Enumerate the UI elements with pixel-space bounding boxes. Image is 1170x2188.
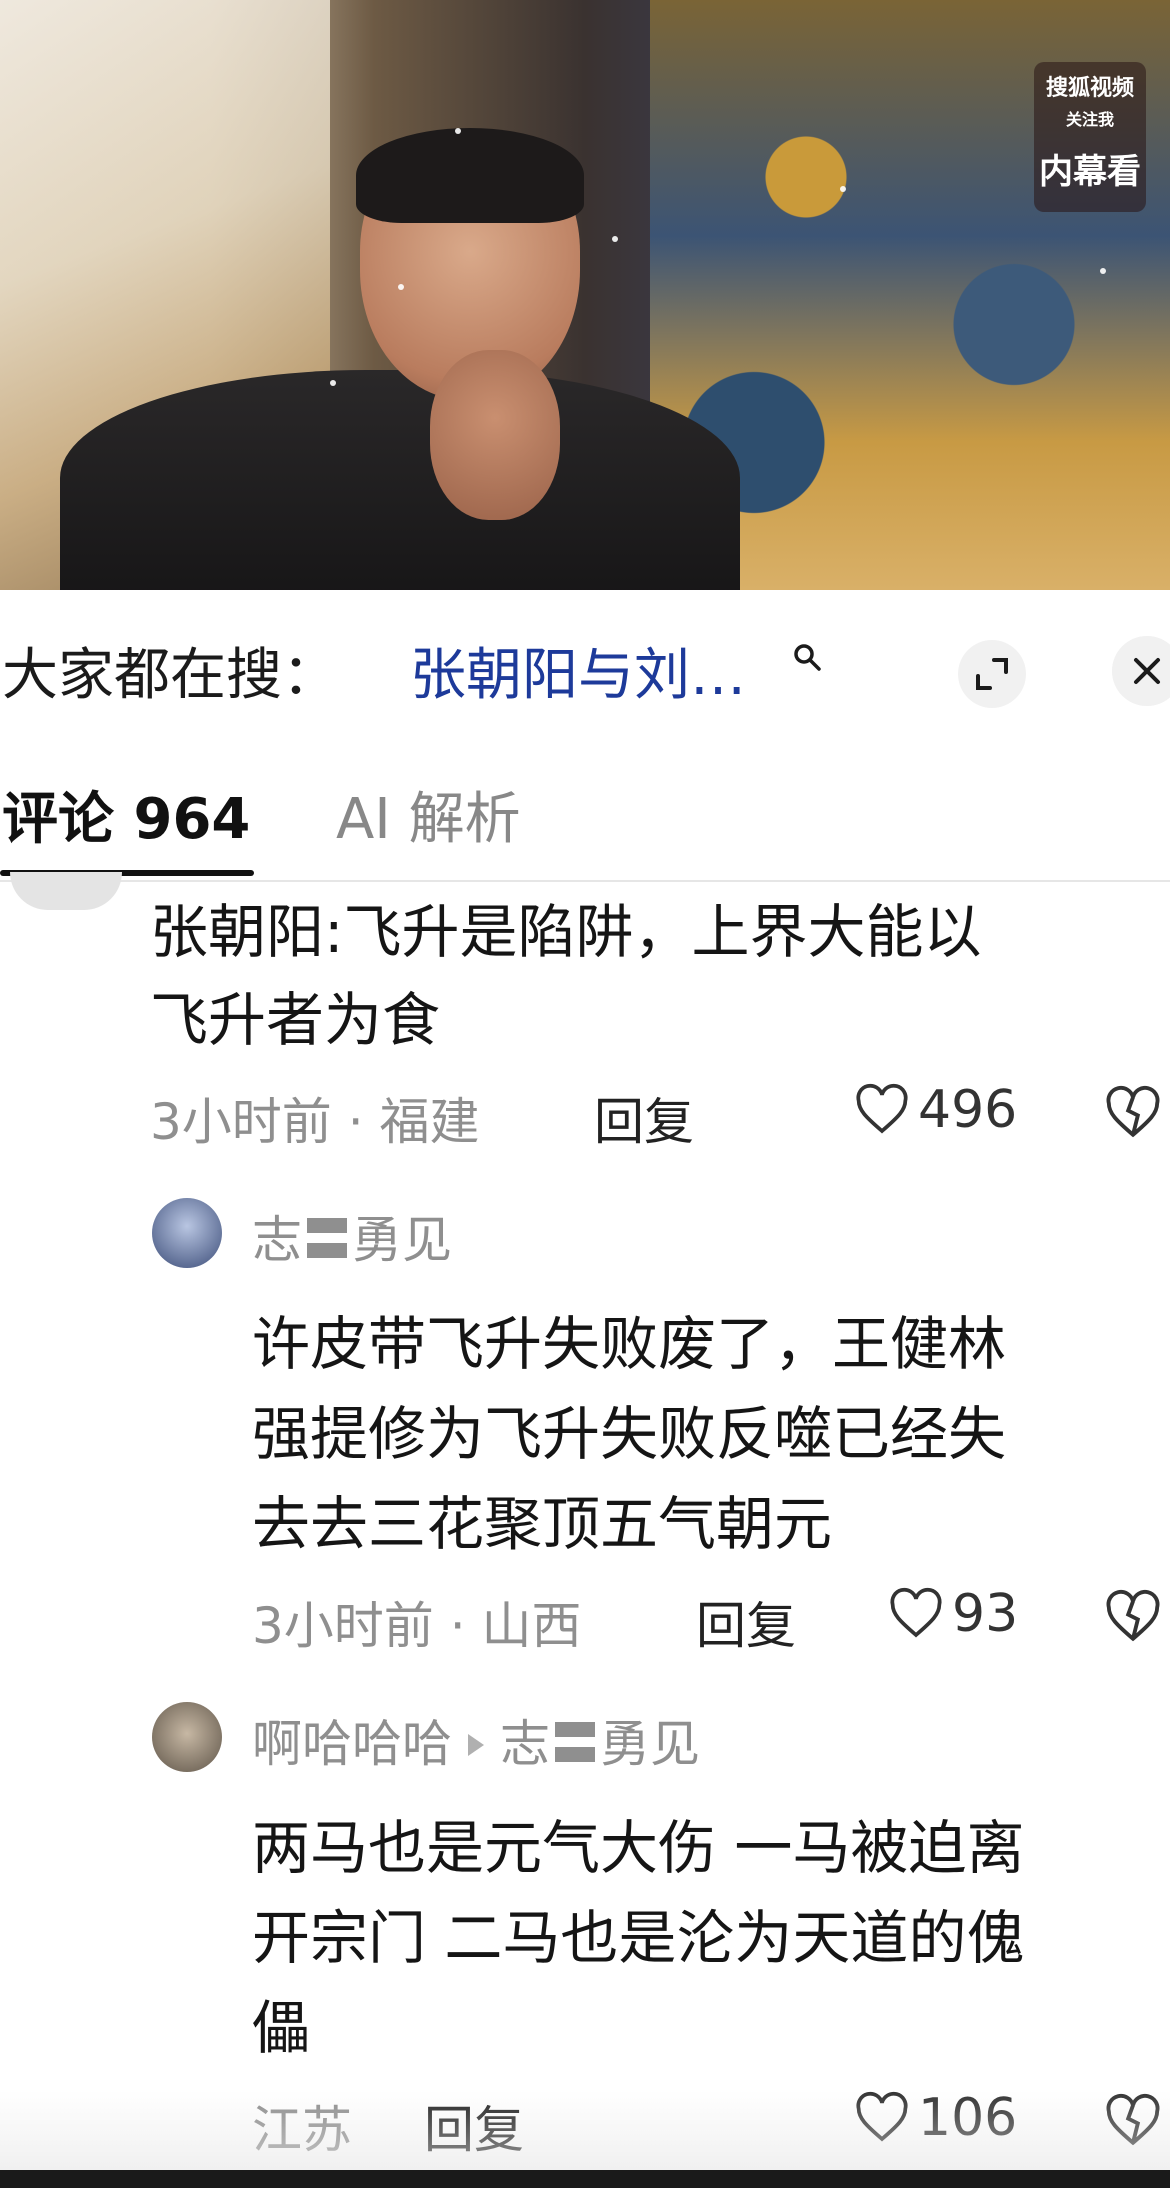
comment-text-line: 去去三花聚顶五气朝元 xyxy=(252,1490,833,1558)
bottom-edge-bar xyxy=(0,2170,1170,2188)
comment-text-line: 儡 xyxy=(252,1994,311,2062)
comment-text-line: 开宗门 二马也是沦为天道的傀 xyxy=(252,1904,1025,1972)
tab-ai-analysis[interactable]: AI 解析 xyxy=(336,774,521,855)
search-prefix: 大家都在搜： xyxy=(2,643,338,708)
like-count: 496 xyxy=(918,1080,1018,1140)
comment-meta: 3小时前 · 福建 xyxy=(150,1093,480,1151)
tab-comments[interactable]: 评论 964 xyxy=(2,774,250,855)
video-person xyxy=(60,70,740,590)
avatar[interactable] xyxy=(152,1702,222,1772)
trending-search-bar[interactable]: 大家都在搜： 张朝阳与刘… xyxy=(0,600,1170,740)
badge-line-1: 搜狐视频 xyxy=(1045,76,1134,101)
sparkle xyxy=(1100,268,1106,274)
reply-button[interactable]: 回复 xyxy=(594,1082,694,1154)
avatar[interactable] xyxy=(152,1198,222,1268)
reply-to-author[interactable]: 志〓勇见 xyxy=(500,1715,700,1773)
comment-text-line: 飞升者为食 xyxy=(150,986,441,1054)
heart-icon xyxy=(890,1587,942,1638)
comment-author[interactable]: 啊哈哈哈 xyxy=(252,1715,452,1773)
sparkle xyxy=(398,284,404,290)
comment-author[interactable]: 志〓勇见 xyxy=(252,1200,452,1272)
like-button[interactable]: 93 xyxy=(888,1584,1018,1644)
dislike-icon[interactable] xyxy=(1104,1084,1162,1142)
comment-meta: 3小时前 · 山西 xyxy=(252,1597,582,1655)
video-watermark-badge: 搜狐视频 关注我 内幕看 xyxy=(1034,62,1146,212)
comment-text-line: 许皮带飞升失败废了，王健林 xyxy=(252,1310,1007,1378)
comment-text-line: 张朝阳:飞升是陷阱，上界大能以 xyxy=(150,898,982,966)
heart-icon xyxy=(856,1083,908,1134)
video-player[interactable]: 搜狐视频 关注我 内幕看 xyxy=(0,0,1170,590)
close-icon[interactable] xyxy=(1112,636,1170,706)
badge-line-3: 内幕看 xyxy=(1039,152,1141,192)
comment-author-line: 啊哈哈哈 志〓勇见 xyxy=(252,1704,700,1776)
expand-icon[interactable] xyxy=(958,640,1026,708)
reply-arrow-icon xyxy=(468,1733,484,1756)
previous-avatar-fragment xyxy=(10,872,122,910)
dislike-icon[interactable] xyxy=(1104,1588,1162,1646)
reply-button[interactable]: 回复 xyxy=(696,1586,796,1658)
sparkle xyxy=(612,236,618,242)
sparkle xyxy=(840,186,846,192)
comment-text-line: 两马也是元气大伤 一马被迫离 xyxy=(252,1814,1025,1882)
bottom-fade xyxy=(0,2090,1170,2170)
like-button[interactable]: 496 xyxy=(854,1080,1017,1140)
comment-tabs: 评论 964 AI 解析 xyxy=(0,760,1170,882)
like-count: 93 xyxy=(952,1584,1019,1644)
search-term-link[interactable]: 张朝阳与刘… xyxy=(410,630,746,711)
search-icon xyxy=(794,644,821,671)
sparkle xyxy=(455,128,461,134)
badge-line-2: 关注我 xyxy=(1065,110,1114,129)
sparkle xyxy=(330,380,336,386)
comment-text-line: 强提修为飞升失败反噬已经失 xyxy=(252,1400,1007,1468)
